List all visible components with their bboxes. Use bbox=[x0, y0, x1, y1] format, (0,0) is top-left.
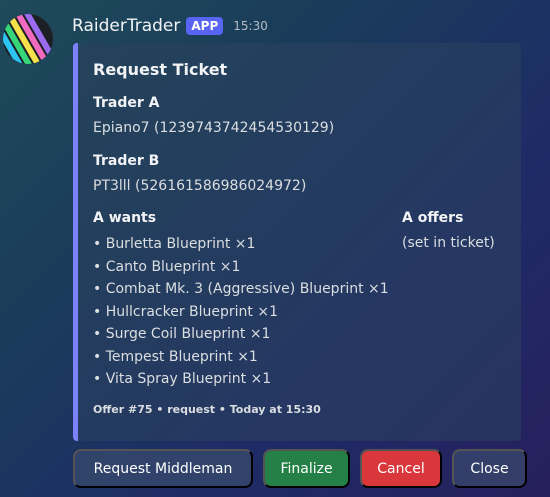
request-ticket-embed: Request Ticket Trader A Epiano7 (1239743… bbox=[73, 43, 521, 441]
avatar[interactable] bbox=[3, 14, 53, 64]
trader-b-label: Trader B bbox=[93, 153, 160, 169]
list-item: • Tempest Blueprint ×1 bbox=[93, 348, 258, 365]
list-item: • Canto Blueprint ×1 bbox=[93, 258, 241, 275]
raidertrader-avatar-icon bbox=[3, 14, 53, 64]
list-item: • Hullcracker Blueprint ×1 bbox=[93, 303, 279, 320]
a-wants-label: A wants bbox=[93, 210, 157, 226]
trader-a-label: Trader A bbox=[93, 95, 160, 111]
finalize-button[interactable]: Finalize bbox=[263, 449, 350, 488]
trader-b-value: PT3lll (526161586986024972) bbox=[93, 178, 307, 194]
message-timestamp: 15:30 bbox=[233, 19, 268, 33]
author-name[interactable]: RaiderTrader bbox=[72, 16, 180, 36]
list-item: • Combat Mk. 3 (Aggressive) Blueprint ×1 bbox=[93, 281, 389, 297]
cancel-button[interactable]: Cancel bbox=[360, 449, 442, 488]
a-offers-value: (set in ticket) bbox=[402, 235, 495, 251]
trader-a-value: Epiano7 (1239743742454530129) bbox=[93, 120, 335, 136]
message-header: RaiderTrader APP 15:30 bbox=[72, 15, 268, 37]
a-wants-list: • Burletta Blueprint ×1 • Canto Blueprin… bbox=[93, 233, 389, 391]
request-middleman-button[interactable]: Request Middleman bbox=[73, 449, 253, 488]
close-button[interactable]: Close bbox=[452, 449, 527, 488]
list-item: • Burletta Blueprint ×1 bbox=[93, 236, 256, 252]
app-badge: APP bbox=[186, 17, 224, 35]
embed-title: Request Ticket bbox=[93, 60, 228, 79]
list-item: • Surge Coil Blueprint ×1 bbox=[93, 326, 271, 342]
embed-footer: Offer #75 • request • Today at 15:30 bbox=[93, 403, 321, 416]
a-offers-label: A offers bbox=[402, 210, 464, 226]
list-item: • Vita Spray Blueprint ×1 bbox=[93, 371, 272, 387]
